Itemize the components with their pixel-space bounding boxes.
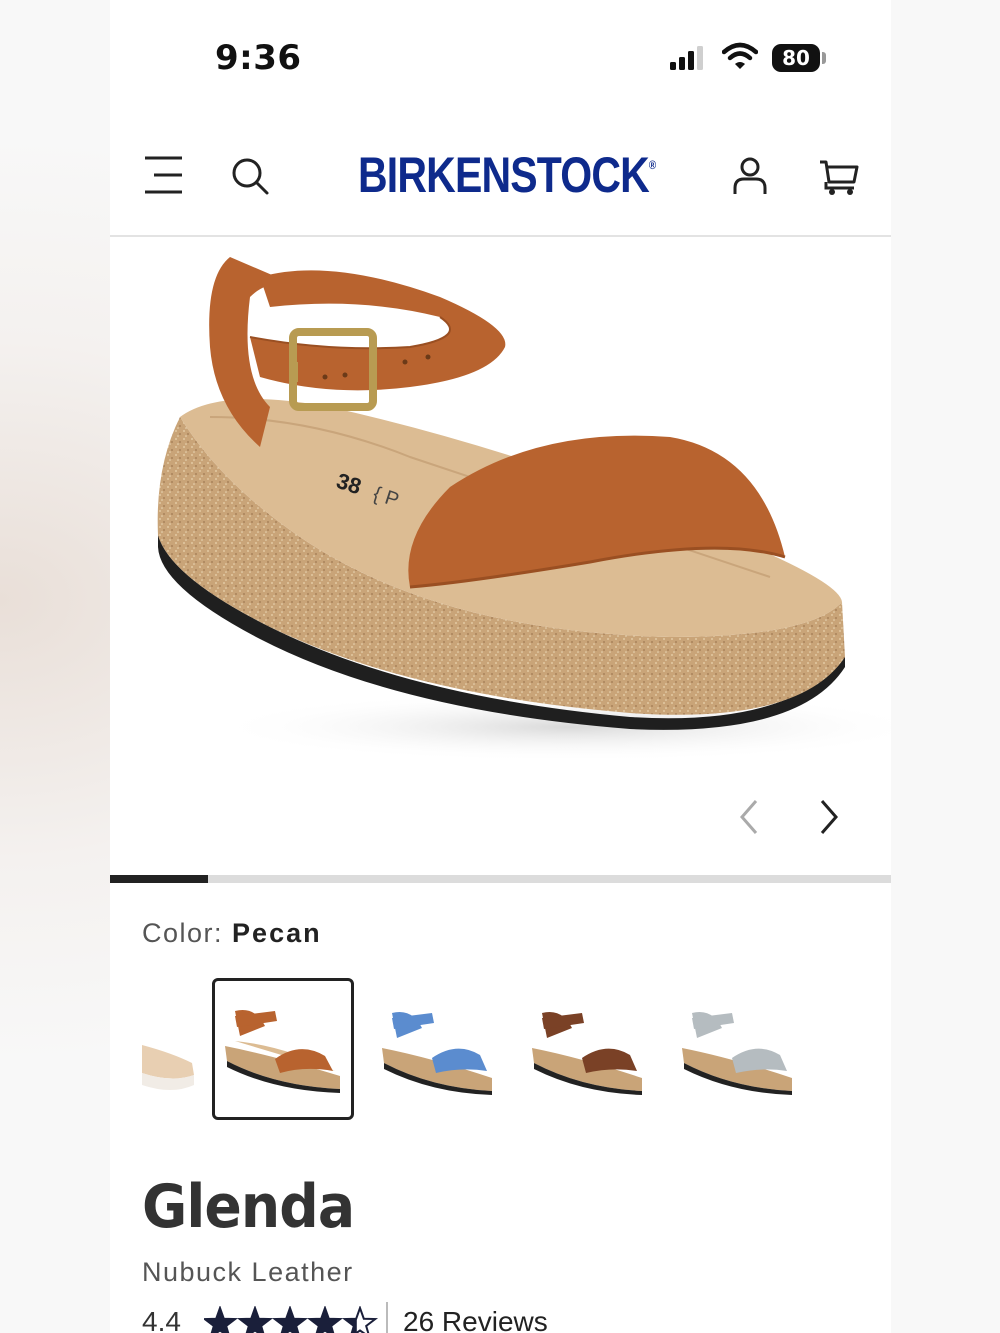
color-swatch-list (110, 975, 891, 1120)
previous-image-arrow[interactable] (730, 797, 770, 837)
brand-logo-text: BIRKENSTOCK (358, 147, 650, 203)
battery-nub (822, 52, 826, 64)
search-icon[interactable] (230, 156, 272, 198)
product-image-sandal: 38 { P (157, 257, 891, 762)
star-icon-2 (239, 1308, 271, 1333)
star-icon-4 (309, 1308, 341, 1333)
gallery-progress-fill (110, 875, 208, 883)
star-icon-5 (344, 1316, 357, 1333)
registered-mark: ® (648, 158, 656, 172)
rating-value: 4.4 (142, 1306, 181, 1333)
swatch-blue[interactable] (372, 983, 502, 1113)
product-title: Glenda (142, 1172, 355, 1242)
swatch-grey[interactable] (672, 983, 802, 1113)
color-value: Pecan (232, 918, 322, 948)
product-image-gallery[interactable]: 38 { P (110, 237, 891, 877)
account-icon[interactable] (732, 156, 768, 196)
color-label: Color: Pecan (142, 918, 322, 949)
star-icon-1 (204, 1308, 236, 1333)
signal-icon (670, 46, 703, 70)
color-label-text: Color: (142, 918, 224, 948)
wifi-icon (722, 42, 758, 69)
swatch-pecan[interactable] (212, 978, 354, 1120)
swatch-brown[interactable] (522, 983, 652, 1113)
status-time: 9:36 (215, 38, 302, 78)
cart-icon[interactable] (818, 158, 860, 198)
star-icon-3 (274, 1308, 306, 1333)
reviews-link[interactable]: 26 Reviews (403, 1306, 548, 1333)
gallery-progress-bar (110, 875, 891, 883)
brand-logo[interactable]: BIRKENSTOCK® (358, 146, 656, 204)
site-header: BIRKENSTOCK® (110, 120, 891, 237)
swatch-pecan-image (225, 1010, 340, 1093)
swatch-partial-cream[interactable] (142, 983, 202, 1113)
star-rating (204, 1306, 379, 1333)
rating-divider (386, 1302, 388, 1333)
menu-icon[interactable] (142, 154, 186, 198)
status-bar: 9:36 80 (110, 0, 891, 110)
product-material: Nubuck Leather (142, 1257, 354, 1287)
next-image-arrow[interactable] (808, 797, 848, 837)
phone-screen: 9:36 80 BIRKENSTOCK® 38 {P Color: Pecan… (110, 0, 891, 1333)
battery-indicator: 80 (772, 44, 820, 72)
